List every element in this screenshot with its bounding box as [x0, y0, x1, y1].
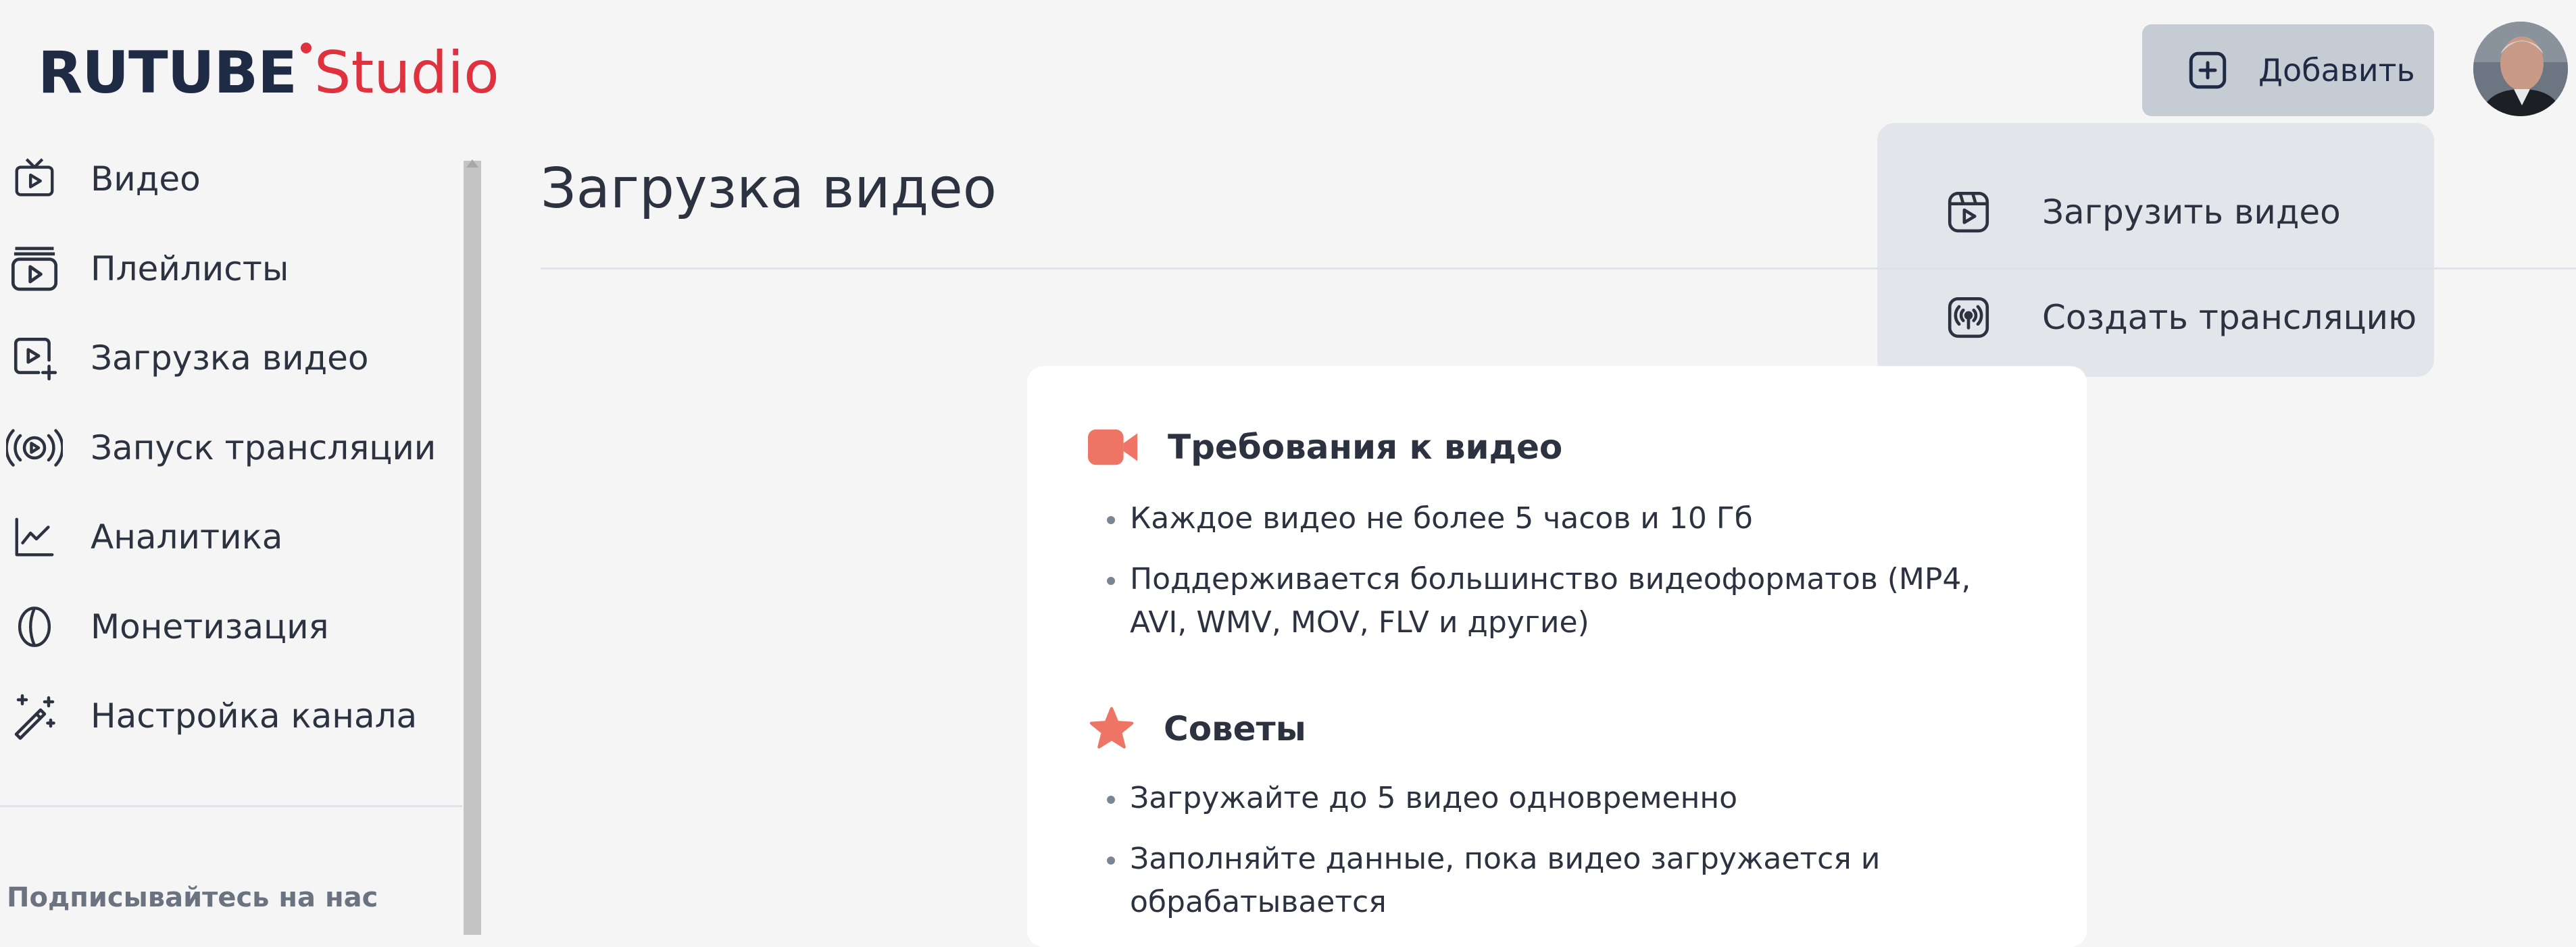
- sidebar-item-video[interactable]: Видео: [0, 142, 460, 216]
- magic-wand-icon: [4, 692, 65, 740]
- chart-line-icon: [4, 513, 65, 561]
- tips-heading-text: Советы: [1164, 709, 1306, 748]
- sidebar-divider: [0, 805, 462, 807]
- menu-item-create-broadcast[interactable]: Создать трансляцию: [1877, 262, 2434, 373]
- tv-play-icon: [4, 155, 65, 203]
- coin-icon: [4, 603, 65, 650]
- upload-video-icon: [1943, 187, 1993, 237]
- list-item: Каждое видео не более 5 часов и 10 Гб: [1107, 497, 2008, 540]
- sidebar-item-analytics[interactable]: Аналитика: [0, 500, 460, 574]
- add-button[interactable]: Добавить: [2142, 24, 2434, 116]
- video-camera-icon: [1088, 427, 1139, 467]
- sidebar-item-upload-video[interactable]: Загрузка видео: [0, 321, 460, 395]
- title-divider: [541, 267, 2576, 270]
- sidebar-item-start-broadcast[interactable]: Запуск трансляции: [0, 411, 460, 485]
- logo-rutube-text: RUTUBE: [38, 39, 297, 107]
- avatar[interactable]: [2473, 22, 2568, 116]
- scroll-up-arrow-icon[interactable]: [466, 159, 478, 168]
- add-dropdown-menu: Загрузить видео Создать трансляцию: [1877, 123, 2434, 377]
- sidebar-item-monetization[interactable]: Монетизация: [0, 590, 460, 664]
- requirements-heading: Требования к видео: [1088, 427, 1562, 467]
- page-title: Загрузка видео: [541, 157, 997, 221]
- video-add-icon: [4, 333, 65, 383]
- menu-item-label: Загрузить видео: [2042, 193, 2341, 232]
- tips-heading: Советы: [1088, 707, 1306, 751]
- menu-item-label: Создать трансляцию: [2042, 298, 2417, 337]
- sidebar: Видео Плейлисты Загрузка видео Запуск тр…: [0, 142, 466, 935]
- list-item: Загружайте до 5 видео одновременно: [1107, 777, 2008, 820]
- star-icon: [1088, 707, 1135, 751]
- logo-studio-text: Studio: [314, 39, 499, 107]
- live-broadcast-icon: [4, 423, 65, 473]
- plus-square-icon: [2185, 48, 2230, 93]
- sidebar-item-playlists[interactable]: Плейлисты: [0, 232, 460, 306]
- sidebar-item-label: Монетизация: [91, 607, 329, 646]
- broadcast-icon: [1943, 292, 1993, 342]
- list-item: Поддерживается большинство видеоформатов…: [1107, 558, 2008, 644]
- sidebar-scrollbar[interactable]: [464, 161, 481, 935]
- sidebar-item-label: Загрузка видео: [91, 338, 369, 378]
- add-button-label: Добавить: [2258, 52, 2415, 88]
- list-item: Заполняйте данные, пока видео загружаетс…: [1107, 838, 2008, 924]
- sidebar-item-label: Аналитика: [91, 517, 283, 557]
- sidebar-item-label: Настройка канала: [91, 696, 418, 736]
- follow-us-label: Подписывайтесь на нас: [7, 882, 378, 913]
- rutube-studio-logo[interactable]: RUTUBE Studio: [38, 39, 499, 107]
- sidebar-item-label: Видео: [91, 159, 201, 199]
- requirements-heading-text: Требования к видео: [1168, 428, 1563, 467]
- sidebar-item-channel-settings[interactable]: Настройка канала: [0, 679, 460, 753]
- logo-dot: [300, 43, 312, 53]
- playlist-icon: [4, 243, 65, 295]
- sidebar-item-label: Плейлисты: [91, 249, 289, 288]
- sidebar-item-label: Запуск трансляции: [91, 428, 437, 467]
- upload-info-card: Требования к видео Каждое видео не более…: [1027, 366, 2087, 947]
- menu-item-upload-video[interactable]: Загрузить видео: [1877, 157, 2434, 267]
